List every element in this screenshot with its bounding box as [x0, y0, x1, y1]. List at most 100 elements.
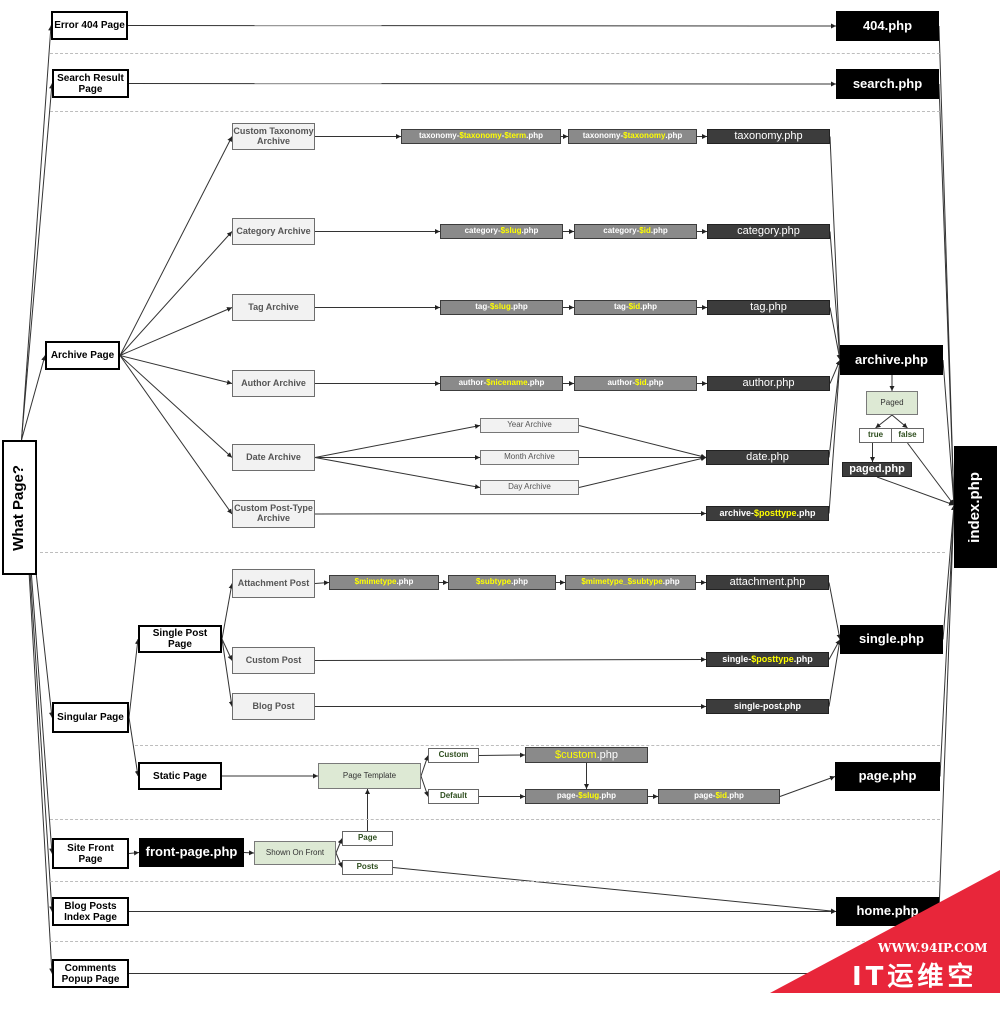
date-archive[interactable]: Date Archive: [232, 444, 315, 471]
home-template[interactable]: home.php: [836, 897, 939, 926]
custom-template[interactable]: $custom .php: [525, 747, 648, 763]
template-variable: $id: [715, 791, 727, 801]
template-text: page-: [556, 791, 579, 801]
connector: [119, 307, 233, 356]
separator: [50, 881, 940, 882]
template-text: .php: [640, 302, 658, 312]
label: page.php: [858, 768, 917, 784]
single-post-template[interactable]: single-post.php: [706, 699, 829, 714]
connector: [420, 775, 429, 797]
date-template[interactable]: date.php: [706, 450, 829, 465]
author-archive[interactable]: Author Archive: [232, 370, 315, 397]
connector: [128, 717, 140, 777]
archive-page[interactable]: Archive Page: [45, 341, 120, 370]
template-variable: $id: [639, 226, 651, 236]
tag-slug-template[interactable]: tag- $slug .php: [440, 300, 563, 315]
category-template[interactable]: category.php: [707, 224, 830, 239]
page-template-file[interactable]: page.php: [835, 762, 940, 791]
custom-post-type-archive[interactable]: Custom Post-Type Archive: [232, 500, 315, 528]
label: tag.php: [750, 301, 787, 314]
index-template[interactable]: index.php: [954, 446, 997, 568]
year-archive[interactable]: Year Archive: [480, 418, 579, 433]
category-archive[interactable]: Category Archive: [232, 218, 315, 245]
archive-template[interactable]: archive.php: [840, 345, 943, 375]
tag-archive[interactable]: Tag Archive: [232, 294, 315, 321]
category-slug-template[interactable]: category- $slug .php: [440, 224, 563, 239]
single-template[interactable]: single.php: [840, 625, 943, 654]
page-id-template[interactable]: page- $id .php: [658, 789, 780, 804]
separator: [50, 941, 940, 942]
author-nicename-template[interactable]: author- $nicename .php: [440, 376, 563, 391]
connector: [119, 136, 233, 356]
label: Author Archive: [241, 377, 306, 388]
label: Month Archive: [504, 452, 555, 462]
page-option[interactable]: Page: [342, 831, 393, 846]
template-variable: $slug: [578, 791, 600, 801]
single-post-page[interactable]: Single Post Page: [138, 625, 222, 653]
label: Paged: [880, 397, 904, 407]
paged-false-option[interactable]: false: [891, 428, 924, 443]
single-posttype-template[interactable]: single- $posttype .php: [706, 652, 829, 667]
default-option[interactable]: Default: [428, 789, 479, 804]
custom-taxonomy-archive[interactable]: Custom Taxonomy Archive: [232, 123, 315, 150]
front-page-template[interactable]: front-page.php: [139, 838, 244, 867]
tag-template[interactable]: tag.php: [707, 300, 830, 315]
template-text: category-: [464, 226, 501, 236]
error-404-page[interactable]: Error 404 Page: [51, 11, 128, 40]
label: Page: [357, 833, 378, 843]
attachment-template[interactable]: attachment.php: [706, 575, 829, 590]
posts-option[interactable]: Posts: [342, 860, 393, 875]
category-id-template[interactable]: category- $id .php: [574, 224, 697, 239]
taxonomy-taxonomy-term-template[interactable]: taxonomy- $taxonomy - $term .php: [401, 129, 561, 144]
label: author.php: [742, 377, 795, 390]
mimetype-subtype-template[interactable]: $mimetype_$subtype .php: [565, 575, 696, 590]
subtype-template[interactable]: $subtype .php: [448, 575, 556, 590]
separator: [50, 819, 940, 820]
taxonomy-taxonomy-template[interactable]: taxonomy- $taxonomy .php: [568, 129, 697, 144]
tag-id-template[interactable]: tag- $id .php: [574, 300, 697, 315]
static-page[interactable]: Static Page: [138, 762, 222, 790]
archive-posttype-template[interactable]: archive- $posttype .php: [706, 506, 829, 521]
404-template[interactable]: 404.php: [836, 11, 939, 41]
template-variable: $posttype: [754, 507, 797, 518]
template-text: taxonomy-: [582, 131, 624, 141]
connector: [875, 414, 893, 429]
connector: [119, 231, 233, 356]
blog-posts-index-page[interactable]: Blog Posts Index Page: [52, 897, 129, 926]
connector: [314, 657, 707, 663]
author-template[interactable]: author.php: [707, 376, 830, 391]
month-archive[interactable]: Month Archive: [480, 450, 579, 465]
page-slug-template[interactable]: page- $slug .php: [525, 789, 648, 804]
template-variable: $taxonomy: [623, 131, 666, 141]
paged-template[interactable]: paged.php: [842, 462, 912, 477]
custom-post[interactable]: Custom Post: [232, 647, 315, 674]
blog-post[interactable]: Blog Post: [232, 693, 315, 720]
search-template[interactable]: search.php: [836, 69, 939, 99]
shown-on-front-decision[interactable]: Shown On Front: [254, 841, 336, 865]
taxonomy-template[interactable]: taxonomy.php: [707, 129, 830, 144]
site-front-page[interactable]: Site Front Page: [52, 838, 129, 869]
connector: [829, 307, 842, 361]
author-id-template[interactable]: author- $id .php: [574, 376, 697, 391]
connector: [420, 755, 429, 777]
connector: [243, 850, 255, 856]
day-archive[interactable]: Day Archive: [480, 480, 579, 495]
label: attachment.php: [729, 576, 806, 589]
watermark-url: WWW.94IP.COM: [878, 941, 988, 955]
page-template-decision[interactable]: Page Template: [318, 763, 421, 789]
connector: [942, 359, 957, 506]
connector: [221, 638, 233, 661]
comments-popup-page[interactable]: Comments Popup Page: [52, 959, 129, 988]
custom-option[interactable]: Custom: [428, 748, 479, 763]
paged-true-option[interactable]: true: [859, 428, 892, 443]
connector: [478, 752, 526, 758]
singular-page[interactable]: Singular Page: [52, 702, 129, 733]
label: true: [867, 430, 884, 440]
connector: [829, 136, 843, 361]
paged-decision[interactable]: Paged: [866, 391, 918, 415]
search-result-page[interactable]: Search Result Page: [52, 69, 129, 98]
label: 404.php: [862, 17, 913, 33]
attachment-post[interactable]: Attachment Post: [232, 569, 315, 598]
label: Search Result Page: [57, 72, 124, 95]
mimetype-template[interactable]: $mimetype .php: [329, 575, 439, 590]
